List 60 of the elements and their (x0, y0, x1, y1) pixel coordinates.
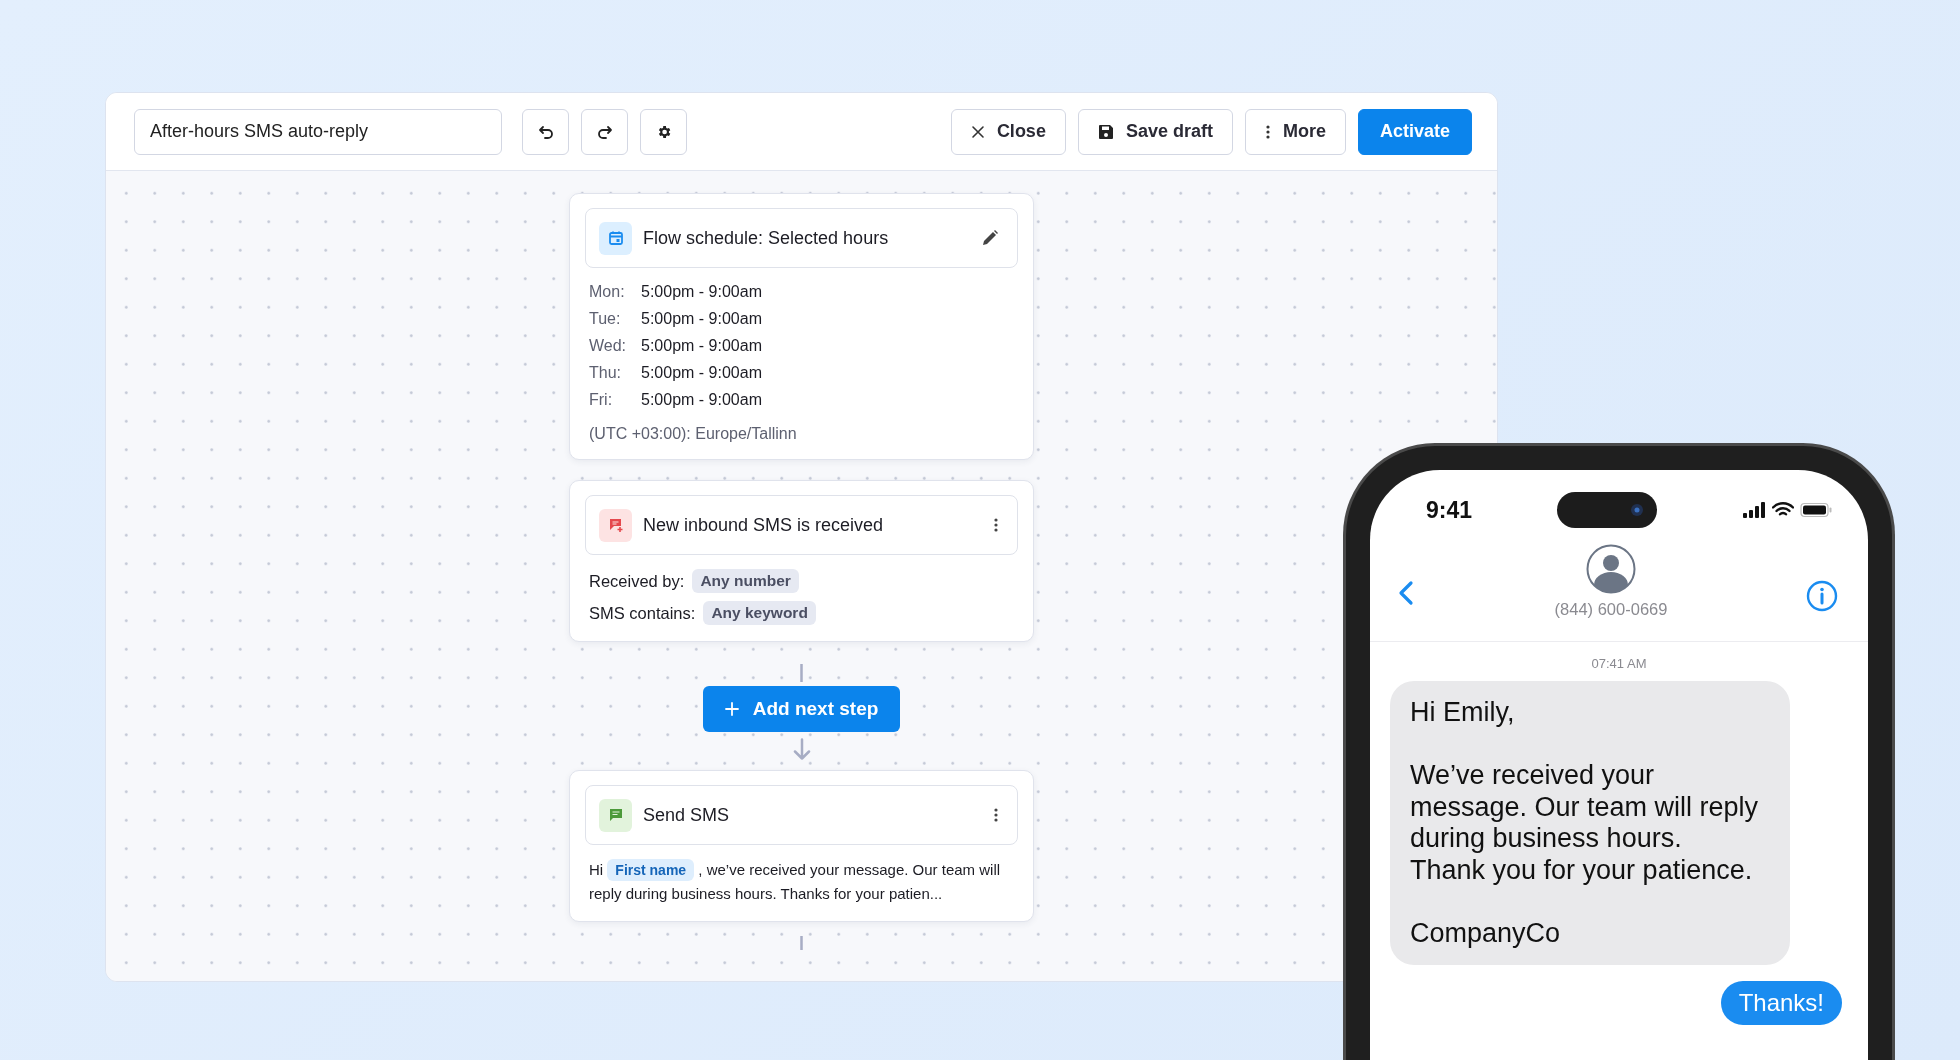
step-title: New inbound SMS is received (643, 514, 885, 536)
more-vertical-icon[interactable] (993, 807, 999, 823)
step-card[interactable]: New inbound SMS is received Received by: Any number SMS contains: Any keyword (569, 480, 1034, 642)
message-preview: Hi First name , we’ve received your message. Our team will reply during business hours. Thanks for your patien... (588, 858, 1002, 904)
undo-button[interactable] (522, 108, 569, 155)
condition-label: Received by: (589, 571, 685, 591)
hours-text: 5:00pm - 9:00am (641, 391, 763, 409)
step-title: Send SMS (643, 804, 731, 826)
step-header[interactable]: Send SMS (585, 785, 1018, 845)
day-label: Mon: (589, 283, 626, 301)
contact-number: (844) 600-0669 (1554, 600, 1668, 619)
message-timestamp: 07:41 AM (1590, 655, 1648, 673)
day-label: Thu: (589, 364, 622, 382)
variable-tag: First name (607, 859, 695, 881)
calendar-icon (599, 221, 632, 255)
save-draft-button[interactable]: Save draft (1077, 108, 1233, 155)
connector-line (800, 936, 803, 950)
hours-text: 5:00pm - 9:00am (641, 337, 763, 355)
avatar-icon (1586, 544, 1636, 594)
status-time: 9:41 (1426, 496, 1473, 524)
add-next-step-button[interactable]: Add next step (702, 686, 901, 732)
more-vertical-icon (1264, 123, 1271, 140)
info-icon[interactable] (1806, 580, 1838, 612)
step-header[interactable]: New inbound SMS is received (585, 495, 1018, 555)
more-vertical-icon[interactable] (993, 517, 999, 533)
signal-icon (1742, 502, 1766, 518)
hours-text: 5:00pm - 9:00am (641, 310, 763, 328)
day-label: Wed: (589, 337, 628, 355)
sent-message-bubble: Thanks! (1720, 981, 1842, 1025)
step-card[interactable]: Flow schedule: Selected hours Mon: 5:00pm - 9:00am Tue: 5:00pm - 9:00am Wed: 5:00pm - 9:00am Thu: 5:00pm - 9:00am Fri: 5:00pm - 9:00am (UTC +03:00): Europe/Tallinn (569, 193, 1034, 460)
chat-bubble-icon (599, 798, 632, 832)
edit-pencil-icon[interactable] (981, 229, 999, 247)
wifi-icon (1772, 502, 1794, 518)
more-button[interactable]: More (1244, 108, 1346, 155)
connector-line (800, 664, 803, 682)
hours-text: 5:00pm - 9:00am (641, 364, 763, 382)
redo-button[interactable] (581, 108, 628, 155)
hours-text: 5:00pm - 9:00am (641, 283, 763, 301)
arrow-down-icon (792, 738, 811, 760)
battery-icon (1800, 502, 1832, 518)
settings-button[interactable] (640, 108, 687, 155)
day-label: Tue: (589, 310, 622, 328)
redo-icon (596, 123, 613, 140)
condition-label: SMS contains: (589, 603, 696, 623)
step-title: Flow schedule: Selected hours (643, 227, 890, 249)
timezone-text: (UTC +03:00): Europe/Tallinn (588, 424, 798, 443)
close-icon (970, 124, 985, 139)
camera-notch-icon (1557, 492, 1657, 528)
condition-tag: Any number (692, 569, 799, 593)
close-button[interactable]: Close (950, 108, 1066, 155)
activate-button[interactable]: Activate (1357, 108, 1472, 155)
day-label: Fri: (589, 391, 614, 409)
message-add-icon (599, 508, 632, 542)
plus-icon (724, 702, 739, 716)
step-header[interactable]: Flow schedule: Selected hours (585, 208, 1018, 268)
flow-name-field[interactable]: After-hours SMS auto-reply (134, 108, 502, 155)
received-message-bubble: Hi Emily, We’ve received your message. Our team will reply during business hours. Thank you for your patience. CompanyCo (1390, 681, 1790, 965)
undo-icon (537, 123, 554, 140)
condition-tag: Any keyword (703, 601, 816, 625)
step-card[interactable]: Send SMS Hi First name , we’ve received your message. Our team will reply during business hours. Thanks for your patien... (569, 770, 1034, 922)
